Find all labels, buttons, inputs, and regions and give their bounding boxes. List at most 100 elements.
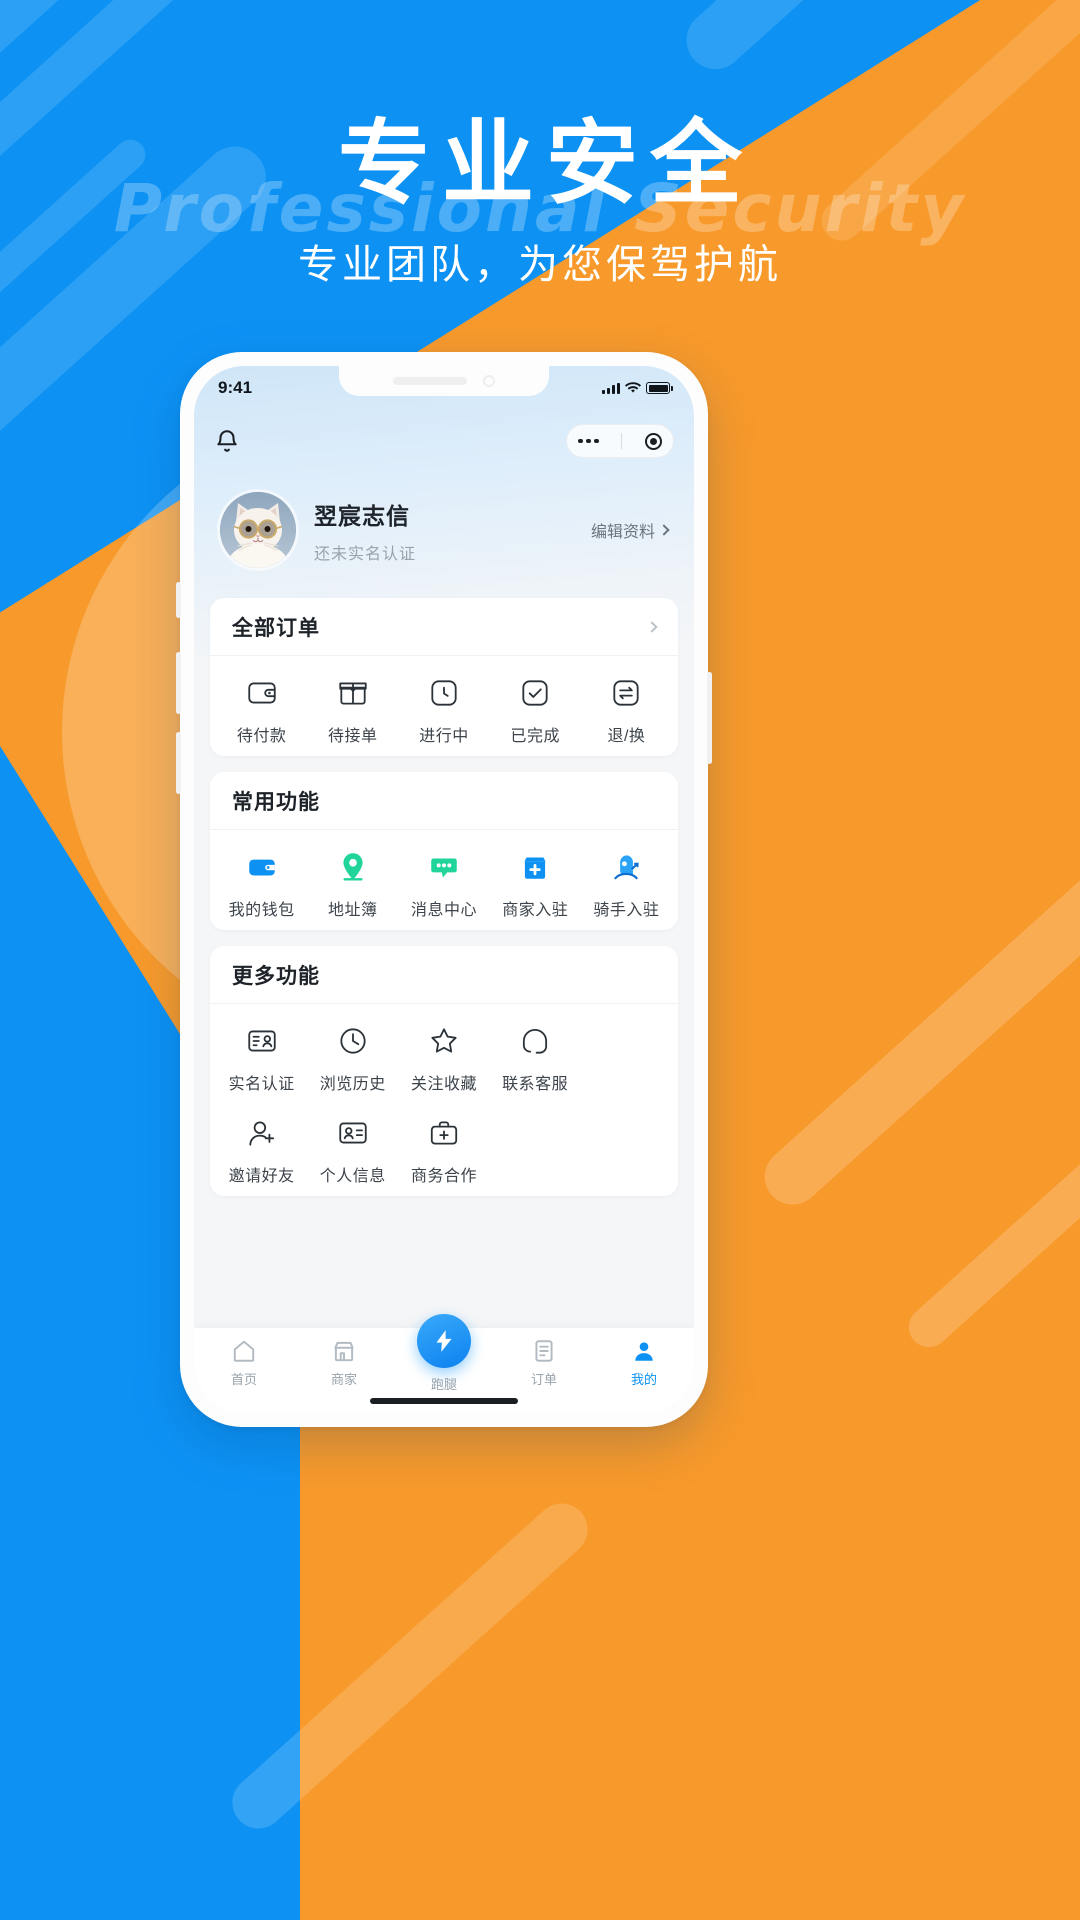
more-item-label: 浏览历史 [319, 1076, 386, 1093]
status-bar-time: 9:41 [218, 378, 253, 397]
tab-merchants[interactable]: 商家 [294, 1338, 394, 1388]
person-card-icon [339, 1122, 367, 1144]
more-grid-spacer [490, 1116, 581, 1186]
tab-label: 跑腿 [430, 1377, 457, 1392]
phone-volume-up-button [176, 652, 181, 714]
signal-bars-icon [602, 382, 620, 394]
common-item-label: 我的钱包 [228, 902, 295, 919]
tab-errand[interactable]: 跑腿 [394, 1314, 494, 1393]
tab-home[interactable]: 首页 [194, 1338, 294, 1388]
order-status-label: 已完成 [510, 728, 560, 745]
common-item-wallet[interactable]: 我的钱包 [216, 850, 307, 920]
promo-headline: Professional Security 专业安全 [0, 118, 1080, 247]
order-status-awaiting-accept[interactable]: 待接单 [307, 676, 398, 746]
message-bubble-icon [431, 858, 457, 878]
home-indicator [370, 1398, 518, 1404]
phone-mute-button [176, 582, 181, 618]
tab-profile[interactable]: 我的 [594, 1338, 694, 1388]
orders-icon-row: 待付款 待接单 进行中 已完成 退/换 [210, 656, 678, 764]
more-grid-spacer [581, 1116, 672, 1186]
more-item-browse-history[interactable]: 浏览历史 [307, 1024, 398, 1094]
more-item-label: 邀请好友 [228, 1168, 295, 1185]
order-status-completed[interactable]: 已完成 [490, 676, 581, 746]
user-avatar-cat [220, 492, 296, 568]
order-status-label: 待付款 [236, 728, 287, 745]
profile-texts: 翌宸志信 还未实名认证 [314, 497, 591, 564]
more-item-invite-friends[interactable]: 邀请好友 [216, 1116, 307, 1186]
id-card-icon [247, 1030, 276, 1052]
order-status-label: 进行中 [419, 728, 469, 745]
target-icon[interactable] [644, 432, 662, 450]
headset-chat-icon [523, 1029, 548, 1054]
common-item-message-center[interactable]: 消息中心 [398, 850, 489, 920]
tab-label: 商家 [330, 1372, 357, 1387]
more-functions-grid: 实名认证 浏览历史 关注收藏 联系客服 邀请好友 个人信息 商务合作 [210, 1004, 678, 1222]
edit-profile-label: 编辑资料 [590, 524, 655, 541]
more-functions-title: 更多功能 [232, 964, 320, 988]
more-item-identity-verification[interactable]: 实名认证 [216, 1024, 307, 1094]
order-status-pending-payment[interactable]: 待付款 [216, 676, 307, 746]
order-status-refund-exchange[interactable]: 退/换 [581, 676, 672, 746]
phone-volume-down-button [176, 732, 181, 794]
receipt-icon [535, 1340, 553, 1362]
location-pin-icon [343, 853, 363, 881]
common-item-address-book[interactable]: 地址簿 [307, 850, 398, 920]
capsule-divider [621, 433, 623, 449]
chevron-right-icon [646, 620, 658, 633]
more-item-favorites[interactable]: 关注收藏 [398, 1024, 489, 1094]
common-item-rider-onboarding[interactable]: 骑手入驻 [581, 850, 672, 920]
battery-full-icon [646, 382, 673, 394]
errand-action-button[interactable] [417, 1314, 471, 1368]
phone-screen: 9:41 翌宸志信 还未实名认证 编辑资料 全部订单 待付款 待接单 进行中 已… [194, 366, 694, 1413]
orders-card: 全部订单 待付款 待接单 进行中 已完成 退/换 [210, 598, 678, 756]
history-clock-icon [340, 1028, 366, 1054]
app-nav-row [194, 418, 694, 464]
common-functions-header: 常用功能 [210, 772, 678, 830]
more-grid-spacer [581, 1024, 672, 1094]
miniprogram-capsule[interactable] [566, 424, 674, 458]
person-icon [635, 1342, 653, 1361]
more-item-personal-info[interactable]: 个人信息 [307, 1116, 398, 1186]
tab-label: 我的 [630, 1372, 657, 1387]
exchange-box-outline-icon [613, 680, 639, 706]
more-item-contact-support[interactable]: 联系客服 [490, 1024, 581, 1094]
profile-section[interactable]: 翌宸志信 还未实名认证 编辑资料 [194, 478, 694, 582]
status-bar-icons [602, 382, 673, 394]
user-verification-status: 还未实名认证 [314, 545, 417, 563]
bell-icon[interactable] [214, 428, 240, 454]
more-dots-icon[interactable] [578, 438, 599, 444]
common-item-label: 地址簿 [328, 902, 378, 919]
more-item-label: 个人信息 [319, 1168, 386, 1185]
more-item-label: 实名认证 [228, 1076, 295, 1093]
lightning-bolt-icon [436, 1330, 452, 1352]
edit-profile-link[interactable]: 编辑资料 [590, 518, 670, 542]
user-name: 翌宸志信 [314, 502, 410, 529]
avatar[interactable] [220, 492, 296, 568]
order-status-in-progress[interactable]: 进行中 [398, 676, 489, 746]
tab-label: 订单 [530, 1372, 557, 1387]
front-camera-icon [483, 375, 495, 387]
wallet-icon [248, 859, 275, 876]
promo-subtitle: 专业团队，为您保驾护航 [298, 243, 782, 287]
common-item-merchant-onboarding[interactable]: 商家入驻 [490, 850, 581, 920]
wifi-icon [625, 382, 641, 393]
speaker-grille-icon [393, 377, 467, 385]
common-functions-card: 常用功能 我的钱包 地址簿 消息中心 商家入驻 骑手入驻 [210, 772, 678, 930]
user-plus-icon [249, 1121, 274, 1146]
more-functions-card: 更多功能 实名认证 浏览历史 关注收藏 联系客服 邀请好友 个人信息 商务合作 [210, 946, 678, 1196]
more-item-business-cooperation[interactable]: 商务合作 [398, 1116, 489, 1186]
phone-mockup: 9:41 翌宸志信 还未实名认证 编辑资料 全部订单 待付款 待接单 进行中 已… [176, 352, 712, 1427]
more-item-label: 关注收藏 [410, 1076, 477, 1093]
chevron-right-icon [658, 524, 670, 536]
orders-card-title: 全部订单 [232, 616, 320, 640]
phone-power-button [707, 672, 712, 764]
common-item-label: 消息中心 [411, 902, 478, 919]
more-functions-header: 更多功能 [210, 946, 678, 1004]
store-plus-icon [524, 857, 546, 879]
order-status-label: 待接单 [328, 728, 378, 745]
more-item-label: 商务合作 [410, 1168, 477, 1185]
phone-notch [339, 366, 549, 396]
tab-orders[interactable]: 订单 [494, 1338, 594, 1388]
orders-card-header[interactable]: 全部订单 [210, 598, 678, 656]
check-box-outline-icon [522, 680, 548, 706]
